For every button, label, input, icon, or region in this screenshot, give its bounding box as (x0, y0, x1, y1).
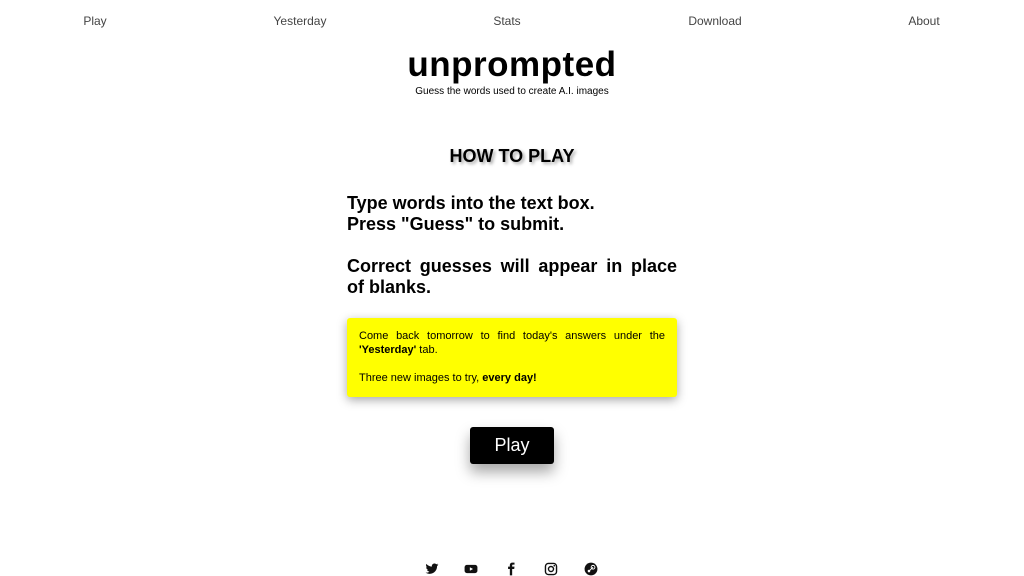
site-tagline: Guess the words used to create A.I. imag… (415, 86, 609, 97)
daily-notice-box: Come back tomorrow to find today's answe… (347, 318, 677, 397)
site-title: unprompted (407, 45, 617, 84)
nav-stats-link[interactable]: Stats (493, 14, 520, 28)
instruction-line-2: Press "Guess" to submit. (347, 214, 565, 234)
nav-download-link[interactable]: Download (688, 14, 741, 28)
instruction-line-1: Type words into the text box. (347, 193, 595, 213)
notice-every-day-emphasis: every day! (482, 372, 537, 384)
notice-yesterday-emphasis: 'Yesterday' (359, 344, 417, 356)
steam-icon[interactable] (584, 562, 598, 576)
instructions: Type words into the text box. Press "Gue… (347, 193, 677, 298)
instruction-line-3: Correct guesses will appear in place of … (347, 256, 677, 297)
how-to-play-heading: HOW TO PLAY (449, 146, 575, 166)
youtube-icon[interactable] (464, 562, 478, 576)
social-links (0, 562, 1024, 576)
top-nav: Play Yesterday Stats Download About (0, 14, 1024, 30)
notice-text-1-after: tab. (416, 344, 438, 356)
twitter-icon[interactable] (425, 562, 439, 576)
nav-yesterday-link[interactable]: Yesterday (274, 14, 327, 28)
nav-about-link[interactable]: About (908, 14, 939, 28)
notice-text-1-before: Come back tomorrow to find today's answe… (359, 330, 665, 342)
brand-header: unprompted Guess the words used to creat… (0, 44, 1024, 98)
notice-text-1: Come back tomorrow to find today's answe… (359, 329, 665, 357)
play-button[interactable]: Play (470, 427, 554, 464)
notice-text-2-before: Three new images to try, (359, 372, 483, 384)
nav-play-link[interactable]: Play (83, 14, 106, 28)
notice-text-2: Three new images to try, every day! (359, 371, 665, 385)
facebook-icon[interactable] (504, 562, 518, 576)
instagram-icon[interactable] (544, 562, 558, 576)
